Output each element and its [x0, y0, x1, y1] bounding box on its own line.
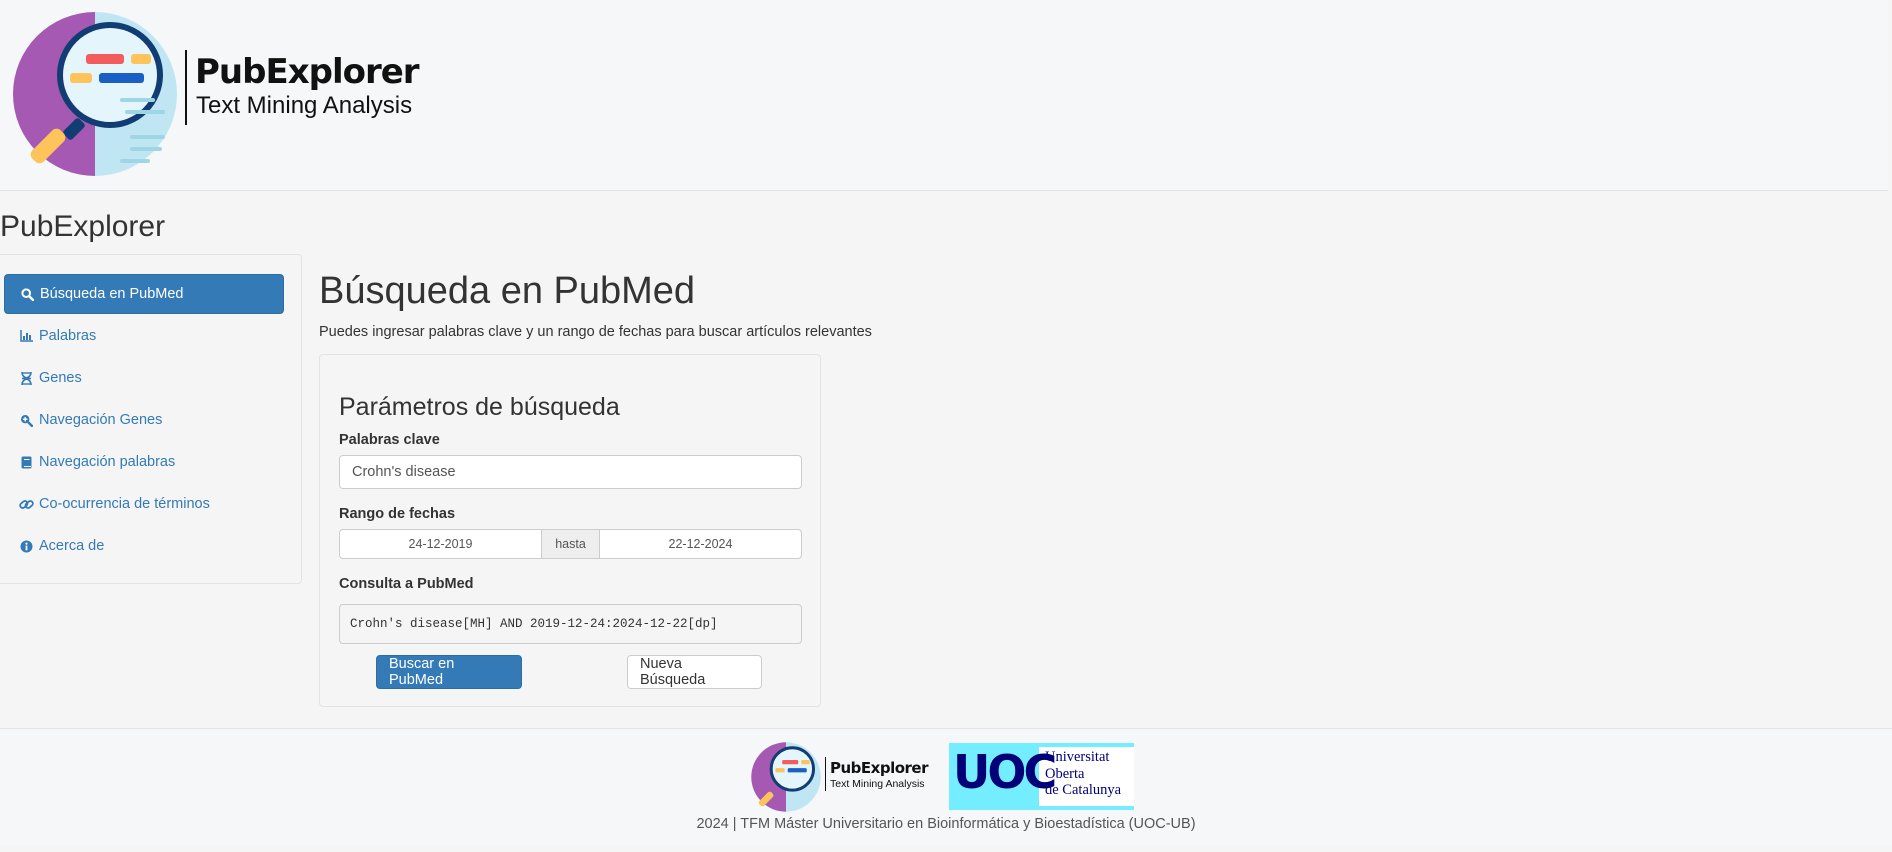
- logo-name: PubExplorer: [195, 52, 420, 92]
- page-title: Búsqueda en PubMed: [319, 270, 696, 312]
- footer-logo-divider: [825, 757, 826, 791]
- footer-logo-name: PubExplorer: [830, 759, 928, 777]
- sidebar-item-navegacion-genes[interactable]: Navegación Genes: [4, 400, 284, 440]
- dna-icon: [18, 371, 34, 385]
- search-parameters-panel: Parámetros de búsqueda Palabras clave Ra…: [319, 354, 821, 707]
- book-icon: [18, 456, 34, 469]
- sidebar-item-label: Genes: [39, 370, 82, 386]
- uoc-logo: UOC Universitat Oberta de Catalunya: [949, 743, 1134, 810]
- sidebar-item-navegacion-palabras[interactable]: Navegación palabras: [4, 442, 284, 482]
- sidebar-item-label: Búsqueda en PubMed: [40, 286, 184, 302]
- panel-title: Parámetros de búsqueda: [339, 393, 620, 421]
- sidebar-item-label: Acerca de: [39, 538, 105, 554]
- date-range-picker: hasta: [339, 529, 802, 559]
- sidebar-item-label: Navegación Genes: [39, 412, 163, 428]
- date-range-label: Rango de fechas: [339, 506, 456, 522]
- keywords-label: Palabras clave: [339, 432, 440, 448]
- sidebar-item-label: Palabras: [39, 328, 97, 344]
- query-label: Consulta a PubMed: [339, 576, 474, 592]
- app-footer: PubExplorer Text Mining Analysis UOC Uni…: [0, 728, 1892, 845]
- search-plus-icon: [18, 414, 34, 427]
- footer-logo-tagline: Text Mining Analysis: [830, 778, 925, 790]
- info-icon: [18, 540, 34, 553]
- uoc-logo-strip-bottom: [1039, 806, 1134, 810]
- sidebar-item-genes[interactable]: Genes: [4, 358, 284, 398]
- uoc-line-2: Oberta: [1045, 765, 1085, 782]
- new-search-button[interactable]: Nueva Búsqueda: [627, 655, 762, 689]
- sidebar-item-busqueda[interactable]: Búsqueda en PubMed: [4, 274, 284, 314]
- logo-tagline: Text Mining Analysis: [196, 92, 413, 119]
- sidebar-nav: Búsqueda en PubMed Palabras Genes Navega…: [0, 254, 302, 584]
- uoc-line-1: Universitat: [1045, 749, 1110, 765]
- uoc-line-3: de Catalunya: [1045, 782, 1122, 798]
- search-pubmed-button[interactable]: Buscar en PubMed: [376, 655, 522, 689]
- date-start-input[interactable]: [339, 529, 542, 559]
- link-icon: [18, 498, 34, 511]
- footer-credit: 2024 | TFM Máster Universitario en Bioin…: [696, 816, 1196, 832]
- date-end-input[interactable]: [599, 529, 802, 559]
- sidebar-item-acerca-de[interactable]: Acerca de: [4, 526, 284, 566]
- sidebar-item-label: Co-ocurrencia de términos: [39, 496, 210, 512]
- pubexplorer-logo: [10, 10, 180, 183]
- search-icon: [19, 287, 35, 301]
- footer-pubexplorer-logo: [750, 741, 822, 818]
- logo-divider: [185, 50, 187, 125]
- keywords-input[interactable]: [339, 455, 802, 489]
- sidebar-item-label: Navegación palabras: [39, 454, 176, 470]
- sidebar-item-palabras[interactable]: Palabras: [4, 316, 284, 356]
- uoc-logo-letters: UOC: [953, 745, 1057, 799]
- app-title: PubExplorer: [0, 210, 166, 243]
- page-description: Puedes ingresar palabras clave y un rang…: [319, 324, 872, 340]
- date-range-separator: hasta: [542, 529, 599, 559]
- pubmed-query-output: Crohn's disease[MH] AND 2019-12-24:2024-…: [339, 604, 802, 644]
- sidebar-item-coocurrencia[interactable]: Co-ocurrencia de términos: [4, 484, 284, 524]
- bar-chart-icon: [18, 330, 34, 342]
- uoc-logo-text: Universitat Oberta de Catalunya: [1045, 749, 1121, 799]
- app-header: PubExplorer Text Mining Analysis: [0, 0, 1888, 191]
